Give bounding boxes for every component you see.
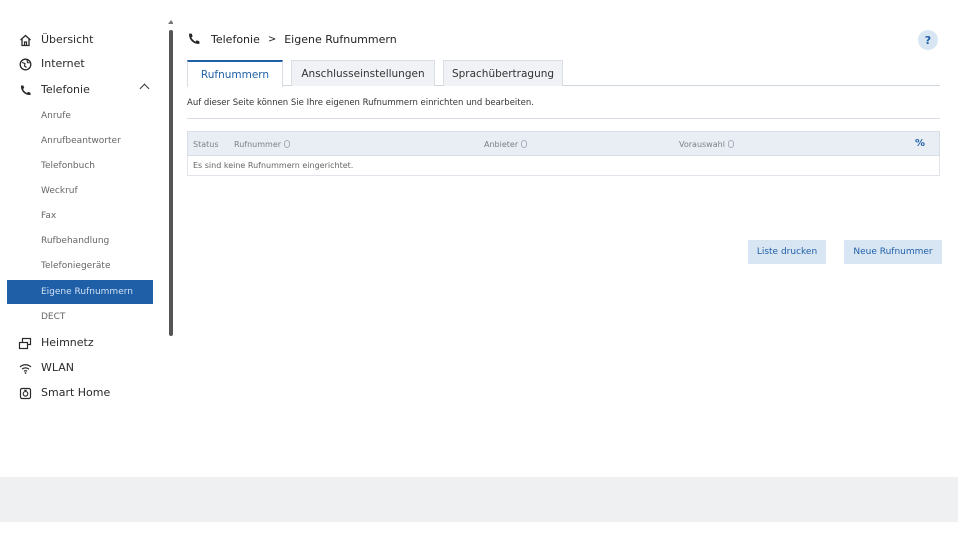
help-button[interactable]: ?: [918, 30, 938, 50]
sidebar-subitem-label: Fax: [41, 211, 57, 221]
button-label: Neue Rufnummer: [853, 247, 933, 257]
tab-sprachuebertragung[interactable]: Sprachübertragung: [443, 60, 563, 86]
sidebar-subitem-rufbehandlung[interactable]: Rufbehandlung: [7, 229, 153, 253]
tab-label: Anschlusseinstellungen: [301, 67, 425, 80]
sidebar-subitem-label: Telefoniegeräte: [41, 261, 111, 271]
divider: [187, 118, 940, 119]
wifi-icon: [17, 360, 33, 376]
breadcrumb-separator: >: [267, 33, 277, 45]
column-header-label: Vorauswahl: [679, 140, 725, 149]
sidebar-subitem-telefoniegeraete[interactable]: Telefoniegeräte: [7, 254, 153, 278]
intro-text: Auf dieser Seite können Sie Ihre eigenen…: [187, 98, 534, 108]
column-header-label: Anbieter: [484, 140, 519, 149]
chevron-up-icon[interactable]: [139, 83, 150, 94]
breadcrumb-section-link[interactable]: Telefonie: [211, 33, 260, 46]
tab-label: Sprachübertragung: [451, 67, 555, 80]
sidebar-item-wlan[interactable]: WLAN: [7, 356, 167, 380]
sidebar-subitem-anrufe[interactable]: Anrufe: [7, 104, 153, 128]
sidebar-item-internet[interactable]: Internet: [7, 52, 167, 76]
sidebar-item-uebersicht[interactable]: Übersicht: [7, 28, 167, 52]
sidebar-item-label: Übersicht: [41, 33, 94, 46]
column-header-rufnummer[interactable]: Rufnummer: [234, 140, 291, 149]
help-icon: ?: [924, 33, 932, 47]
column-header-vorauswahl[interactable]: Vorauswahl: [679, 140, 734, 149]
sidebar-subitem-label: Telefonbuch: [41, 161, 95, 171]
breadcrumb: Telefonie > Eigene Rufnummern: [187, 31, 397, 47]
sidebar: Übersicht Internet Telefonie Anrufe Anru…: [7, 14, 167, 410]
sidebar-item-smart-home[interactable]: Smart Home: [7, 381, 167, 405]
sidebar-item-label: Internet: [41, 57, 85, 70]
sidebar-item-heimnetz[interactable]: Heimnetz: [7, 331, 167, 355]
print-list-button[interactable]: Liste drucken: [748, 240, 826, 264]
sidebar-subitem-weckruf[interactable]: Weckruf: [7, 179, 153, 203]
tab-bar: Rufnummern Anschlusseinstellungen Sprach…: [187, 60, 940, 87]
empty-table-message: Es sind keine Rufnummern eingerichtet.: [193, 161, 354, 170]
network-icon: [17, 335, 33, 351]
table-row: Es sind keine Rufnummern eingerichtet.: [187, 156, 940, 176]
sidebar-item-label: WLAN: [41, 361, 75, 374]
sort-icon[interactable]: [284, 140, 291, 148]
column-header-label: Rufnummer: [234, 140, 282, 149]
sidebar-subitem-label: DECT: [41, 312, 66, 322]
tab-rufnummern[interactable]: Rufnummern: [187, 60, 283, 87]
footer-band: [0, 477, 958, 522]
new-number-button[interactable]: Neue Rufnummer: [844, 240, 942, 264]
sidebar-subitem-label: Anrufbeantworter: [41, 136, 121, 146]
phone-icon: [17, 82, 33, 98]
column-header-anbieter[interactable]: Anbieter: [484, 140, 528, 149]
sidebar-item-label: Heimnetz: [41, 336, 94, 349]
globe-icon: [17, 56, 33, 72]
sidebar-subitem-telefonbuch[interactable]: Telefonbuch: [7, 154, 153, 178]
sidebar-subitem-label: Eigene Rufnummern: [41, 287, 133, 297]
rufnummern-table: Status Rufnummer Anbieter Vorauswahl % E…: [187, 131, 940, 176]
sidebar-item-label: Telefonie: [41, 83, 90, 96]
breadcrumb-current-page: Eigene Rufnummern: [284, 32, 397, 46]
main-content: Telefonie > Eigene Rufnummern ? Rufnumme…: [173, 14, 950, 410]
phone-icon: [187, 32, 201, 46]
sidebar-subitem-fax[interactable]: Fax: [7, 204, 153, 228]
tab-label: Rufnummern: [200, 68, 270, 81]
sidebar-item-label: Smart Home: [41, 386, 111, 399]
smart-home-icon: [17, 385, 33, 401]
sidebar-subitem-dect[interactable]: DECT: [7, 305, 153, 329]
column-header-status: Status: [193, 140, 219, 149]
column-settings-icon[interactable]: %: [915, 138, 929, 150]
sidebar-subitem-label: Weckruf: [41, 186, 78, 196]
home-icon: [17, 32, 33, 48]
button-label: Liste drucken: [756, 247, 818, 257]
tab-anschlusseinstellungen[interactable]: Anschlusseinstellungen: [291, 60, 435, 86]
sidebar-subitem-label: Rufbehandlung: [41, 236, 110, 246]
sort-icon[interactable]: [727, 140, 734, 148]
sort-icon[interactable]: [521, 140, 528, 148]
sidebar-subitem-label: Anrufe: [41, 111, 71, 121]
app-window: Übersicht Internet Telefonie Anrufe Anru…: [7, 14, 950, 410]
sidebar-item-telefonie[interactable]: Telefonie: [7, 78, 167, 102]
table-header: Status Rufnummer Anbieter Vorauswahl %: [187, 131, 940, 156]
sidebar-subitem-anrufbeantworter[interactable]: Anrufbeantworter: [7, 129, 153, 153]
sidebar-subitem-eigene-rufnummern[interactable]: Eigene Rufnummern: [7, 280, 153, 304]
